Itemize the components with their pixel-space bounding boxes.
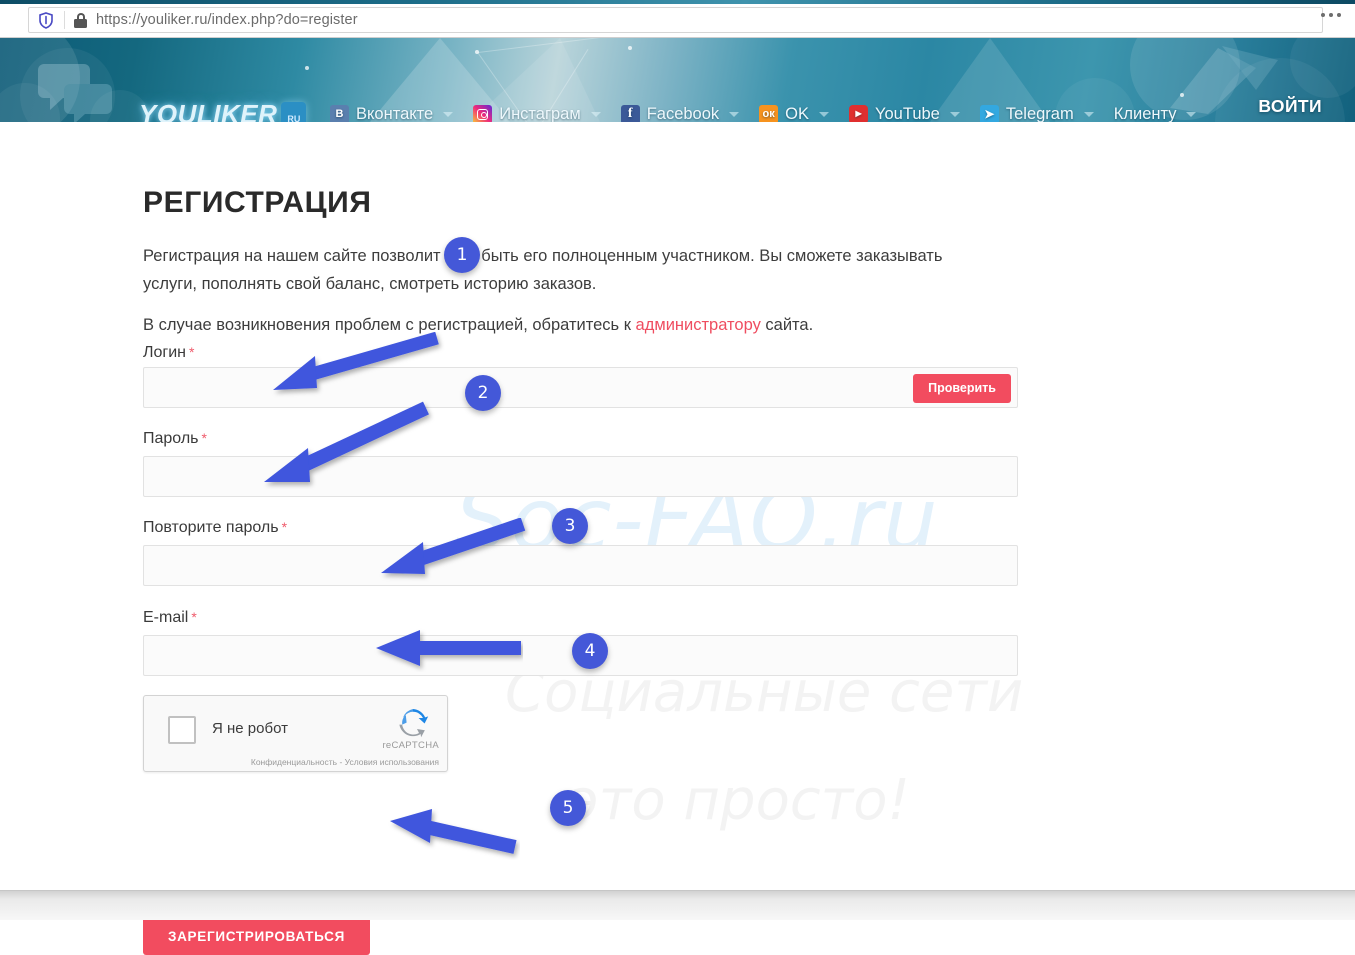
lock-icon[interactable]	[74, 12, 87, 28]
facebook-icon: f	[620, 104, 640, 122]
label-password-text: Пароль	[143, 430, 199, 447]
site-logo[interactable]: YOULIKER RU	[139, 98, 307, 123]
annotation-arrow-4	[376, 630, 521, 666]
annotation-arrow-2	[264, 401, 429, 482]
annotation-badge-3: 3	[552, 508, 588, 544]
label-login: Логин *	[143, 344, 194, 362]
annotation-arrow-5	[390, 809, 517, 854]
chevron-down-icon	[1083, 111, 1094, 117]
thumbs-up-icon: RU	[281, 102, 307, 122]
label-repeat-password: Повторите пароль *	[143, 519, 287, 537]
watermark-line-2: это просто!	[568, 768, 910, 833]
logo-text: YOULIKER	[139, 98, 278, 123]
required-marker: *	[189, 344, 195, 360]
chevron-down-icon	[729, 111, 740, 117]
more-options-icon[interactable]	[1321, 13, 1341, 17]
check-login-button[interactable]: Проверить	[913, 374, 1011, 403]
nav-item-vkontakte[interactable]: B Вконтакте	[330, 104, 454, 123]
label-repeat-password-text: Повторите пароль	[143, 519, 279, 536]
decor-dot	[628, 46, 632, 50]
decor-chat-icon	[38, 64, 112, 122]
instagram-icon	[473, 104, 493, 122]
nav-label: YouTube	[875, 104, 940, 123]
annotation-badge-4: 4	[572, 633, 608, 669]
recaptcha-widget: Я не робот reCAPTCHA Конфиденциальность …	[143, 695, 448, 772]
nav-item-ok[interactable]: ок OK	[759, 104, 830, 123]
intro-text-after: сайта.	[760, 315, 814, 334]
nav-item-instagram[interactable]: Инстаграм	[473, 104, 601, 123]
nav-label: Инстаграм	[499, 104, 581, 123]
recaptcha-brand: reCAPTCHA	[382, 740, 439, 751]
annotation-badge-1: 1	[444, 237, 480, 273]
chevron-down-icon	[1186, 111, 1197, 117]
logo-suffix: RU	[287, 114, 301, 122]
label-email: E-mail *	[143, 609, 197, 627]
nav-label: OK	[785, 104, 810, 123]
input-repeat-password[interactable]	[143, 545, 1018, 586]
label-password: Пароль *	[143, 430, 207, 448]
nav-label: Клиенту	[1113, 104, 1177, 123]
chevron-down-icon	[590, 111, 601, 117]
browser-chrome: https://youliker.ru/index.php?do=registe…	[0, 0, 1355, 38]
page-title: РЕГИСТРАЦИЯ	[143, 186, 372, 220]
decor-dot	[475, 50, 479, 54]
nav-label: Telegram	[1005, 104, 1074, 123]
recaptcha-icon	[399, 709, 429, 738]
login-button[interactable]: ВОЙТИ	[1258, 96, 1322, 117]
nav-item-youtube[interactable]: ▶ YouTube	[849, 104, 960, 123]
annotation-badge-5: 5	[550, 790, 586, 826]
administrator-link[interactable]: администратору	[636, 316, 761, 334]
main-navigation: B Вконтакте Инстаграм f Facebook ок OK ▶…	[330, 100, 1197, 123]
chevron-down-icon	[949, 111, 960, 117]
required-marker: *	[281, 519, 288, 535]
label-login-text: Логин	[143, 344, 187, 361]
annotation-arrow-3	[381, 518, 526, 574]
recaptcha-label: Я не робот	[212, 720, 288, 737]
nav-item-klientu[interactable]: Клиенту	[1113, 104, 1197, 123]
nav-item-telegram[interactable]: ➤ Telegram	[979, 104, 1094, 123]
register-submit-button[interactable]: ЗАРЕГИСТРИРОВАТЬСЯ	[143, 917, 370, 955]
vk-icon: B	[330, 104, 349, 122]
intro-text-before: В случае возникновения проблем с регистр…	[143, 315, 636, 334]
decor-dot	[1180, 93, 1184, 97]
page-bottom-strip	[0, 890, 1355, 920]
url-divider	[64, 11, 65, 29]
nav-label: Вконтакте	[356, 104, 434, 123]
recaptcha-terms[interactable]: Конфиденциальность - Условия использован…	[251, 757, 439, 767]
telegram-icon: ➤	[979, 104, 999, 122]
annotation-badge-2: 2	[465, 375, 501, 411]
url-text: https://youliker.ru/index.php?do=registe…	[96, 12, 358, 28]
intro-paragraph-1: Регистрация на нашем сайте позволит Вам …	[143, 246, 943, 293]
chevron-down-icon	[443, 111, 454, 117]
odnoklassniki-icon: ок	[759, 104, 779, 122]
nav-label: Facebook	[646, 104, 720, 123]
chevron-down-icon	[819, 111, 830, 117]
chrome-top-strip	[0, 0, 1355, 4]
address-bar[interactable]: https://youliker.ru/index.php?do=registe…	[28, 7, 1323, 33]
recaptcha-checkbox[interactable]	[168, 716, 196, 744]
required-marker: *	[201, 430, 207, 446]
nav-item-facebook[interactable]: f Facebook	[620, 104, 740, 123]
required-marker: *	[191, 609, 197, 625]
decor-dot	[305, 66, 309, 70]
shield-icon[interactable]	[37, 11, 55, 29]
youtube-icon: ▶	[849, 104, 869, 122]
site-header: YOULIKER RU B Вконтакте Инстаграм f Face…	[0, 38, 1355, 122]
label-email-text: E-mail	[143, 609, 189, 626]
annotation-arrow-1	[273, 332, 439, 390]
